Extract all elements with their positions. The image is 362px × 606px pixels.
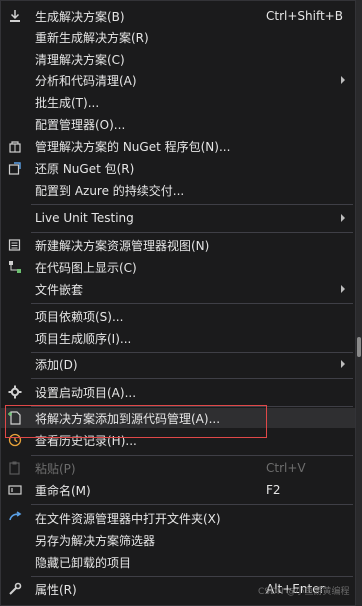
menu-item-label: 管理解决方案的 NuGet 程序包(N)... (35, 139, 231, 154)
submenu-arrow-icon (341, 214, 345, 222)
menu-item-label: 批生成(T)... (35, 95, 100, 110)
menu-item-build-order[interactable]: 项目生成顺序(I)... (1, 328, 355, 348)
menu-item-project-dependencies[interactable]: 项目依赖项(S)... (1, 306, 355, 326)
menu-item-paste: 粘贴(P) Ctrl+V (1, 458, 355, 478)
menu-item-label: 生成解决方案(B) (35, 9, 125, 24)
menu-separator (31, 303, 353, 304)
menu-item-label: 项目生成顺序(I)... (35, 331, 132, 346)
menu-item-label: 清理解决方案(C) (35, 52, 125, 67)
wrench-icon (7, 581, 23, 597)
menu-item-label: 文件嵌套 (35, 282, 84, 297)
menu-item-analyze-cleanup[interactable]: 分析和代码清理(A) (1, 70, 355, 90)
scrollbar-track[interactable] (356, 0, 362, 606)
watermark: CSDN @小鱼游黄编程 (258, 587, 350, 597)
menu-item-label: 还原 NuGet 包(R) (35, 161, 135, 176)
menu-item-configuration-manager[interactable]: 配置管理器(O)... (1, 114, 355, 134)
scrollbar-thumb[interactable] (357, 337, 361, 357)
menu-item-save-solution-filter[interactable]: 另存为解决方案筛选器 (1, 530, 355, 550)
menu-item-label: 隐藏已卸载的项目 (35, 555, 132, 570)
menu-item-label: 添加(D) (35, 357, 78, 372)
menu-separator (31, 576, 353, 577)
menu-item-azure-delivery[interactable]: 配置到 Azure 的持续交付... (1, 180, 355, 200)
submenu-arrow-icon (341, 76, 345, 84)
menu-item-label: 配置到 Azure 的持续交付... (35, 183, 185, 198)
menu-item-file-nesting[interactable]: 文件嵌套 (1, 279, 355, 299)
context-menu: 生成解决方案(B) Ctrl+Shift+B 重新生成解决方案(R) 清理解决方… (0, 0, 356, 606)
menu-item-rebuild-solution[interactable]: 重新生成解决方案(R) (1, 27, 355, 47)
menu-item-label: 配置管理器(O)... (35, 117, 126, 132)
new-view-icon (7, 237, 23, 253)
menu-item-set-startup[interactable]: 设置启动项目(A)... (1, 382, 355, 402)
nuget-icon (7, 138, 23, 154)
submenu-arrow-icon (341, 360, 345, 368)
menu-item-build-solution[interactable]: 生成解决方案(B) Ctrl+Shift+B (1, 6, 355, 26)
restore-icon (7, 160, 23, 176)
submenu-arrow-icon (341, 285, 345, 293)
menu-item-hide-unloaded[interactable]: 隐藏已卸载的项目 (1, 552, 355, 572)
menu-item-label: 设置启动项目(A)... (35, 385, 137, 400)
code-map-icon (7, 259, 23, 275)
rename-icon (7, 482, 23, 498)
menu-separator (31, 378, 353, 379)
menu-item-label: 分析和代码清理(A) (35, 73, 137, 88)
menu-item-restore-nuget[interactable]: 还原 NuGet 包(R) (1, 158, 355, 178)
menu-item-label: 粘贴(P) (35, 461, 76, 476)
menu-item-label: 在文件资源管理器中打开文件夹(X) (35, 511, 221, 526)
menu-item-add[interactable]: 添加(D) (1, 354, 355, 374)
menu-separator (31, 455, 353, 456)
menu-item-open-in-explorer[interactable]: 在文件资源管理器中打开文件夹(X) (1, 508, 355, 528)
menu-item-label: Live Unit Testing (35, 211, 134, 225)
menu-item-live-unit-testing[interactable]: Live Unit Testing (1, 208, 355, 228)
menu-item-clean-solution[interactable]: 清理解决方案(C) (1, 49, 355, 69)
highlight-box (5, 405, 267, 438)
menu-item-batch-build[interactable]: 批生成(T)... (1, 92, 355, 112)
menu-item-shortcut: Ctrl+Shift+B (266, 9, 343, 23)
gear-icon (7, 384, 23, 400)
menu-item-rename[interactable]: 重命名(M) F2 (1, 480, 355, 500)
menu-item-label: 在代码图上显示(C) (35, 260, 137, 275)
menu-item-manage-nuget[interactable]: 管理解决方案的 NuGet 程序包(N)... (1, 136, 355, 156)
menu-separator (31, 352, 353, 353)
menu-item-show-on-code-map[interactable]: 在代码图上显示(C) (1, 257, 355, 277)
menu-separator (31, 232, 353, 233)
menu-separator (31, 504, 353, 505)
paste-icon (7, 460, 23, 476)
menu-item-label: 项目依赖项(S)... (35, 309, 124, 324)
menu-separator (31, 204, 353, 205)
menu-item-shortcut: Ctrl+V (266, 461, 306, 475)
menu-item-label: 新建解决方案资源管理器视图(N) (35, 238, 210, 253)
open-folder-icon (7, 510, 23, 526)
menu-item-label: 重新生成解决方案(R) (35, 30, 149, 45)
menu-item-new-explorer-view[interactable]: 新建解决方案资源管理器视图(N) (1, 235, 355, 255)
menu-item-label: 属性(R) (35, 582, 77, 597)
menu-item-label: 重命名(M) (35, 483, 91, 498)
menu-item-label: 另存为解决方案筛选器 (35, 533, 156, 548)
menu-item-shortcut: F2 (266, 483, 281, 497)
build-icon (7, 8, 23, 24)
